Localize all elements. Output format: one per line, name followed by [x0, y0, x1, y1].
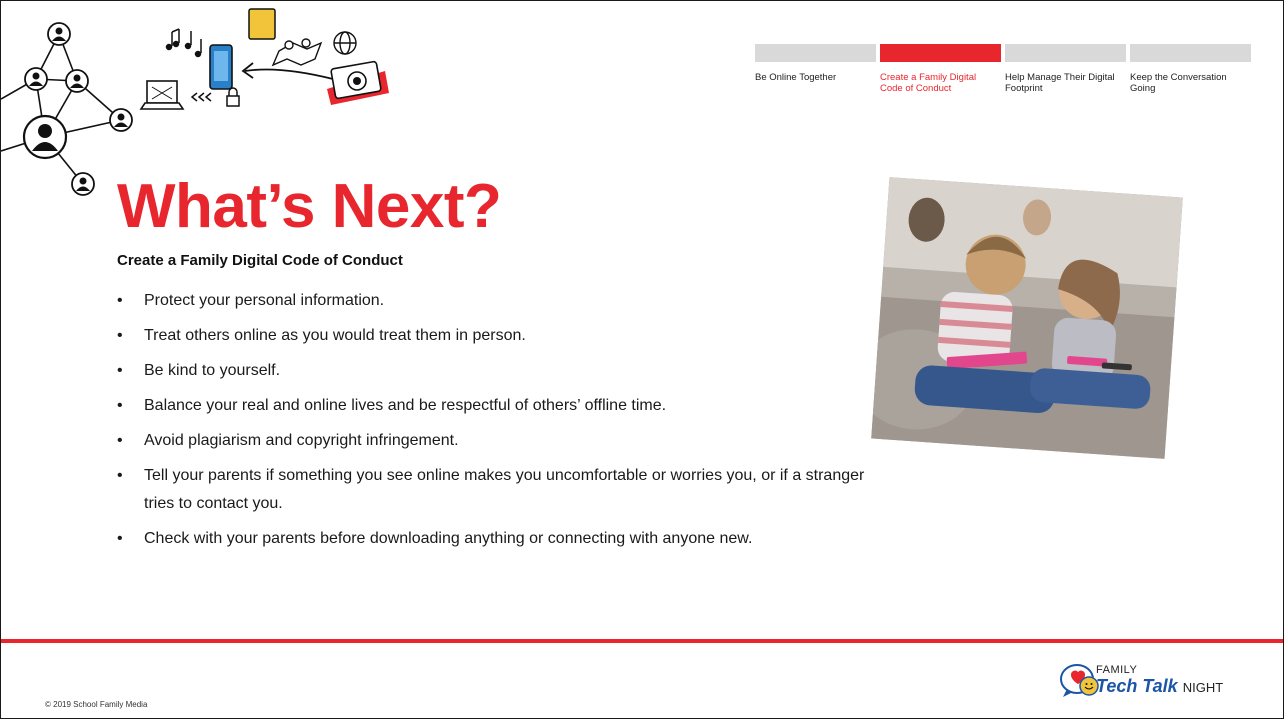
progress-step-bar [755, 44, 876, 62]
progress-step-label: Keep the Conversation Going [1130, 72, 1227, 94]
lock-icon [226, 87, 240, 107]
progress-step-label: Help Manage Their Digital Footprint [1005, 72, 1115, 94]
map-pins-icon [271, 38, 323, 67]
logo-tech-talk-text: Tech Talk [1096, 676, 1178, 696]
children-tablet-photo [871, 177, 1183, 459]
progress-step-label: Create a Family Digital Code of Conduct [880, 72, 977, 94]
progress-tracker: Be Online Together Create a Family Digit… [755, 44, 1251, 94]
copyright-text: © 2019 School Family Media [45, 700, 148, 709]
logo-night-text: NIGHT [1182, 680, 1224, 695]
progress-step-label: Be Online Together [755, 72, 837, 83]
slide-subtitle: Create a Family Digital Code of Conduct [117, 252, 403, 269]
slide: Be Online Together Create a Family Digit… [0, 0, 1284, 719]
bullet-item: Be kind to yourself. [117, 357, 877, 385]
progress-step: Be Online Together [755, 44, 876, 94]
progress-step-current: Create a Family Digital Code of Conduct [880, 44, 1001, 94]
slide-title: What’s Next? [117, 172, 502, 241]
logo-family-text: FAMILY [1096, 664, 1138, 676]
laptop-icon [139, 80, 185, 110]
user-node-icon [109, 108, 133, 132]
user-node-icon [47, 22, 71, 46]
bullet-item: Tell your parents if something you see o… [117, 462, 877, 518]
progress-step-bar [1005, 44, 1126, 62]
tablet-icon [209, 8, 276, 90]
user-node-icon [22, 114, 68, 160]
footer-divider [1, 639, 1283, 643]
user-node-icon [24, 67, 48, 91]
user-node-icon [71, 172, 95, 196]
chevrons-icon [190, 92, 212, 102]
progress-step-bar [880, 44, 1001, 62]
progress-step: Keep the Conversation Going [1130, 44, 1251, 94]
user-node-icon [65, 69, 89, 93]
globe-icon [333, 31, 357, 55]
bullet-list: Protect your personal information. Treat… [117, 287, 877, 560]
bullet-item: Avoid plagiarism and copyright infringem… [117, 427, 877, 455]
camera-icon [327, 60, 389, 105]
music-notes-icon [165, 28, 202, 58]
family-tech-talk-night-logo: FAMILY Tech Talk NIGHT [1096, 664, 1223, 698]
progress-step-bar [1130, 44, 1251, 62]
bullet-item: Protect your personal information. [117, 287, 877, 315]
progress-step: Help Manage Their Digital Footprint [1005, 44, 1126, 94]
bullet-item: Treat others online as you would treat t… [117, 322, 877, 350]
bullet-item: Balance your real and online lives and b… [117, 392, 877, 420]
bullet-item: Check with your parents before downloadi… [117, 525, 877, 553]
